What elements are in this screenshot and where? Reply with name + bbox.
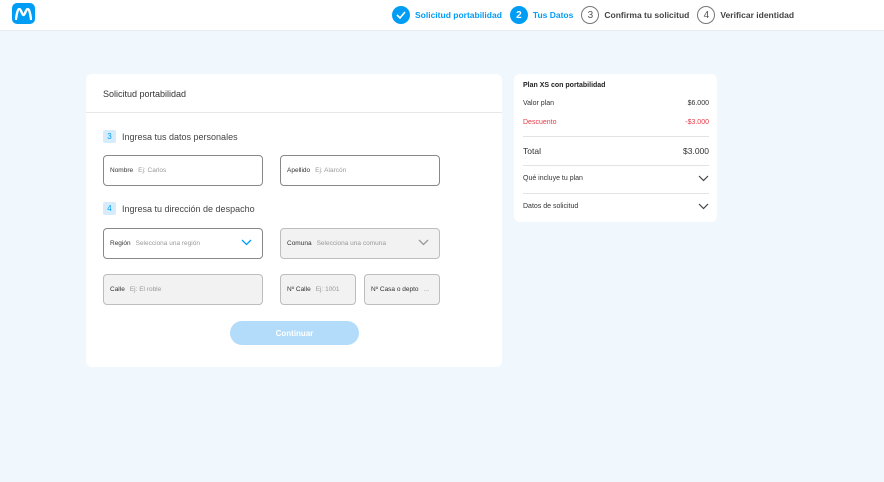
apellido-placeholder: Ej: Alarcón [315,167,347,174]
num-calle-field[interactable]: Nº Calle Ej: 1001 [280,274,356,305]
step-1-label: Solicitud portabilidad [415,10,502,20]
section-personal: 3 Ingresa tus datos personales [103,130,238,143]
continue-button[interactable]: Continuar [230,321,359,345]
num-calle-placeholder: Ej: 1001 [315,286,340,293]
region-label: Región [110,240,131,247]
casa-depto-label: Nº Casa o depto [371,286,419,293]
form-card: Solicitud portabilidad 3 Ingresa tus dat… [86,74,502,367]
total-label: Total [523,146,541,156]
valor-plan-value: $6.000 [687,100,709,107]
comuna-select[interactable]: Comuna Selecciona una comuna [280,228,440,259]
step-3[interactable]: 3 Confirma tu solicitud [581,6,689,24]
plan-title: Plan XS con portabilidad [523,82,606,89]
movistar-logo[interactable] [12,3,35,24]
valor-plan-label: Valor plan [523,100,555,107]
top-header: Solicitud portabilidad 2 Tus Datos 3 Con… [0,0,884,31]
comuna-label: Comuna [287,240,312,247]
descuento-label: Descuento [523,119,557,126]
chevron-down-icon [241,239,252,246]
summary-divider [523,193,709,194]
total-row: Total $3.000 [523,146,709,156]
nombre-field[interactable]: Nombre Ej: Carlos [103,155,263,186]
nombre-label: Nombre [110,167,134,174]
step-4[interactable]: 4 Verificar identidad [697,6,794,24]
chevron-down-icon [418,239,429,246]
casa-depto-placeholder: ... [423,286,429,293]
section-address-label: Ingresa tu dirección de despacho [122,203,255,214]
step-2[interactable]: 2 Tus Datos [509,6,574,24]
descuento-row: Descuento -$3.000 [523,119,709,126]
apellido-field[interactable]: Apellido Ej: Alarcón [280,155,440,186]
step-4-label: Verificar identidad [720,10,795,20]
form-title: Solicitud portabilidad [103,89,187,99]
step-3-number: 3 [581,6,600,24]
calle-placeholder: Ej: El roble [129,286,162,293]
section-personal-number: 3 [103,130,116,143]
casa-depto-field[interactable]: Nº Casa o depto ... [364,274,440,305]
comuna-placeholder: Selecciona una comuna [316,240,386,247]
step-2-label: Tus Datos [532,10,574,20]
nombre-placeholder: Ej: Carlos [138,167,167,174]
form-divider [86,112,502,113]
step-4-number: 4 [697,6,716,24]
section-address: 4 Ingresa tu dirección de despacho [103,202,255,215]
accordion-plan-includes-label: Qué incluye tu plan [523,175,583,182]
check-icon [392,6,410,24]
chevron-down-icon [698,175,709,182]
accordion-request-data-label: Datos de solicitud [523,203,579,210]
region-select[interactable]: Región Selecciona una región [103,228,263,259]
progress-steps: Solicitud portabilidad 2 Tus Datos 3 Con… [392,5,802,25]
plan-summary-card: Plan XS con portabilidad Valor plan $6.0… [514,74,717,222]
summary-divider [523,165,709,166]
step-2-number: 2 [509,6,528,24]
apellido-label: Apellido [287,167,311,174]
region-placeholder: Selecciona una región [135,240,200,247]
step-3-label: Confirma tu solicitud [604,10,690,20]
num-calle-label: Nº Calle [287,286,311,293]
descuento-value: -$3.000 [685,119,709,126]
accordion-plan-includes[interactable]: Qué incluye tu plan [523,175,709,182]
total-value: $3.000 [683,146,709,156]
section-personal-label: Ingresa tus datos personales [122,131,238,142]
section-address-number: 4 [103,202,116,215]
calle-label: Calle [110,286,125,293]
valor-plan-row: Valor plan $6.000 [523,100,709,107]
accordion-request-data[interactable]: Datos de solicitud [523,203,709,210]
chevron-down-icon [698,203,709,210]
movistar-m-icon [15,7,32,20]
step-1[interactable]: Solicitud portabilidad [392,6,502,24]
calle-field[interactable]: Calle Ej: El roble [103,274,263,305]
summary-divider [523,136,709,137]
